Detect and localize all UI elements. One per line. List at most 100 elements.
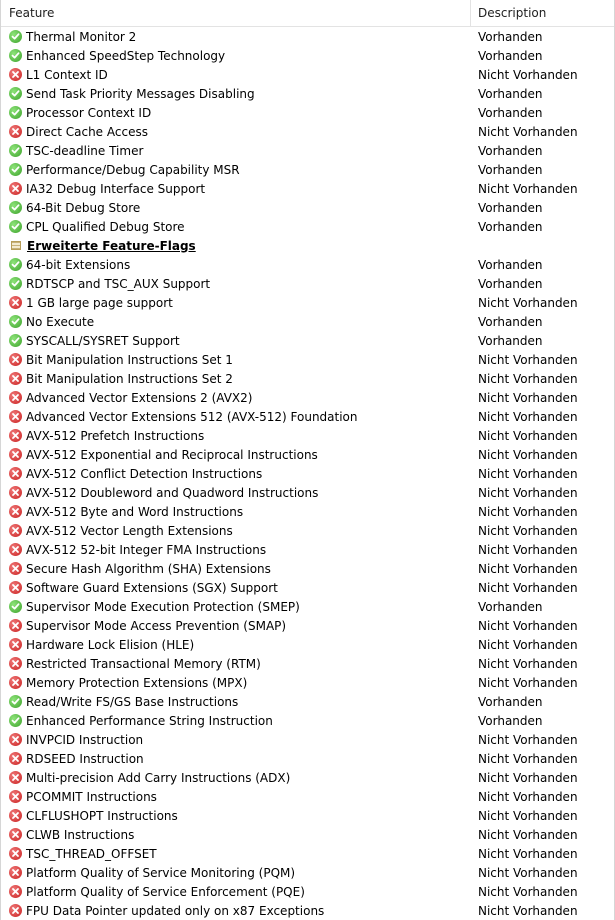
list-item[interactable]: Secure Hash Algorithm (SHA) Extensions Ni…: [1, 559, 615, 578]
list-item[interactable]: Advanced Vector Extensions 512 (AVX-512)…: [1, 407, 615, 426]
feature-cell: AVX-512 Doubleword and Quadword Instruct…: [1, 486, 471, 500]
feature-cell: Read/Write FS/GS Base Instructions: [1, 695, 471, 709]
list-item[interactable]: L1 Context ID Nicht Vorhanden: [1, 65, 615, 84]
feature-cell: CLFLUSHOPT Instructions: [1, 809, 471, 823]
check-circle-icon: [9, 201, 22, 214]
list-item[interactable]: Memory Protection Extensions (MPX) Nicht …: [1, 673, 615, 692]
list-item[interactable]: FPU Data Pointer updated only on x87 Exc…: [1, 901, 615, 920]
list-item[interactable]: Supervisor Mode Access Prevention (SMAP)…: [1, 616, 615, 635]
description-cell: Nicht Vorhanden: [478, 846, 578, 861]
list-item[interactable]: Direct Cache Access Nicht Vorhanden: [1, 122, 615, 141]
list-item[interactable]: 1 GB large page support Nicht Vorhanden: [1, 293, 615, 312]
feature-cell: Software Guard Extensions (SGX) Support: [1, 581, 471, 595]
check-circle-icon: [9, 334, 22, 347]
list-item[interactable]: RDSEED Instruction Nicht Vorhanden: [1, 749, 615, 768]
list-item[interactable]: AVX-512 Conflict Detection Instructions N…: [1, 464, 615, 483]
list-item[interactable]: AVX-512 52-bit Integer FMA Instructions N…: [1, 540, 615, 559]
list-item[interactable]: Multi-precision Add Carry Instructions (…: [1, 768, 615, 787]
list-item[interactable]: Restricted Transactional Memory (RTM) Nic…: [1, 654, 615, 673]
feature-cell: Bit Manipulation Instructions Set 1: [1, 353, 471, 367]
list-item[interactable]: Processor Context ID Vorhanden: [1, 103, 615, 122]
list-item[interactable]: Bit Manipulation Instructions Set 2 Nicht…: [1, 369, 615, 388]
list-item[interactable]: Enhanced SpeedStep Technology Vorhanden: [1, 46, 615, 65]
list-item[interactable]: Hardware Lock Elision (HLE) Nicht Vorhand…: [1, 635, 615, 654]
feature-label: Enhanced SpeedStep Technology: [26, 48, 226, 63]
section-header-row[interactable]: Erweiterte Feature-Flags: [1, 236, 615, 255]
description-cell: Nicht Vorhanden: [478, 561, 578, 576]
feature-cell: Advanced Vector Extensions 512 (AVX-512)…: [1, 410, 471, 424]
x-circle-icon: [9, 68, 22, 81]
list-item[interactable]: IA32 Debug Interface Support Nicht Vorhan…: [1, 179, 615, 198]
feature-cell: INVPCID Instruction: [1, 733, 471, 747]
list-item[interactable]: Platform Quality of Service Enforcement …: [1, 882, 615, 901]
list-item[interactable]: AVX-512 Vector Length Extensions Nicht Vo…: [1, 521, 615, 540]
x-circle-icon: [9, 391, 22, 404]
x-circle-icon: [9, 676, 22, 689]
description-cell: Vorhanden: [478, 162, 543, 177]
list-item[interactable]: 64-Bit Debug Store Vorhanden: [1, 198, 615, 217]
column-header-feature[interactable]: Feature: [1, 0, 471, 26]
list-item[interactable]: Read/Write FS/GS Base Instructions Vorhan…: [1, 692, 615, 711]
feature-label: Platform Quality of Service Enforcement …: [26, 884, 305, 899]
feature-cell: 1 GB large page support: [1, 296, 471, 310]
feature-label: FPU Data Pointer updated only on x87 Exc…: [26, 903, 325, 918]
list-item[interactable]: TSC_THREAD_OFFSET Nicht Vorhanden: [1, 844, 615, 863]
x-circle-icon: [9, 353, 22, 366]
x-circle-icon: [9, 885, 22, 898]
x-circle-icon: [9, 125, 22, 138]
feature-cell: SYSCALL/SYSRET Support: [1, 334, 471, 348]
list-item[interactable]: INVPCID Instruction Nicht Vorhanden: [1, 730, 615, 749]
list-item[interactable]: RDTSCP and TSC_AUX Support Vorhanden: [1, 274, 615, 293]
list-item[interactable]: AVX-512 Exponential and Reciprocal Instr…: [1, 445, 615, 464]
x-circle-icon: [9, 486, 22, 499]
feature-label: Software Guard Extensions (SGX) Support: [26, 580, 278, 595]
feature-label: Multi-precision Add Carry Instructions (…: [26, 770, 291, 785]
list-item[interactable]: Bit Manipulation Instructions Set 1 Nicht…: [1, 350, 615, 369]
description-cell: Nicht Vorhanden: [478, 808, 578, 823]
list-item[interactable]: Performance/Debug Capability MSR Vorhande…: [1, 160, 615, 179]
feature-label: SYSCALL/SYSRET Support: [26, 333, 180, 348]
feature-cell: Bit Manipulation Instructions Set 2: [1, 372, 471, 386]
description-cell: Vorhanden: [478, 143, 543, 158]
list-item[interactable]: Supervisor Mode Execution Protection (SM…: [1, 597, 615, 616]
x-circle-icon: [9, 619, 22, 632]
list-item[interactable]: CLFLUSHOPT Instructions Nicht Vorhanden: [1, 806, 615, 825]
list-item[interactable]: Platform Quality of Service Monitoring (…: [1, 863, 615, 882]
list-item[interactable]: AVX-512 Byte and Word Instructions Nicht …: [1, 502, 615, 521]
description-cell: Vorhanden: [478, 333, 543, 348]
list-item[interactable]: TSC-deadline Timer Vorhanden: [1, 141, 615, 160]
list-item[interactable]: Advanced Vector Extensions 2 (AVX2) Nicht…: [1, 388, 615, 407]
feature-cell: AVX-512 Prefetch Instructions: [1, 429, 471, 443]
list-item[interactable]: CLWB Instructions Nicht Vorhanden: [1, 825, 615, 844]
description-cell: Vorhanden: [478, 713, 543, 728]
list-item[interactable]: AVX-512 Prefetch Instructions Nicht Vorha…: [1, 426, 615, 445]
description-cell: Nicht Vorhanden: [478, 903, 578, 918]
check-circle-icon: [9, 163, 22, 176]
feature-cell: IA32 Debug Interface Support: [1, 182, 471, 196]
feature-label: CLFLUSHOPT Instructions: [26, 808, 178, 823]
description-cell: Nicht Vorhanden: [478, 751, 578, 766]
list-item[interactable]: Software Guard Extensions (SGX) Support N…: [1, 578, 615, 597]
check-circle-icon: [9, 144, 22, 157]
x-circle-icon: [9, 866, 22, 879]
list-item[interactable]: Enhanced Performance String Instruction V…: [1, 711, 615, 730]
list-item[interactable]: SYSCALL/SYSRET Support Vorhanden: [1, 331, 615, 350]
list-item[interactable]: PCOMMIT Instructions Nicht Vorhanden: [1, 787, 615, 806]
list-item[interactable]: AVX-512 Doubleword and Quadword Instruct…: [1, 483, 615, 502]
list-item[interactable]: 64-bit Extensions Vorhanden: [1, 255, 615, 274]
feature-label: Read/Write FS/GS Base Instructions: [26, 694, 239, 709]
list-item[interactable]: CPL Qualified Debug Store Vorhanden: [1, 217, 615, 236]
description-cell: Nicht Vorhanden: [478, 580, 578, 595]
list-item[interactable]: Send Task Priority Messages Disabling Vor…: [1, 84, 615, 103]
x-circle-icon: [9, 581, 22, 594]
feature-cell: AVX-512 Exponential and Reciprocal Instr…: [1, 448, 471, 462]
feature-label: AVX-512 52-bit Integer FMA Instructions: [26, 542, 267, 557]
list-item[interactable]: Thermal Monitor 2 Vorhanden: [1, 27, 615, 46]
x-circle-icon: [9, 467, 22, 480]
x-circle-icon: [9, 372, 22, 385]
feature-label: PCOMMIT Instructions: [26, 789, 157, 804]
list-item[interactable]: No Execute Vorhanden: [1, 312, 615, 331]
x-circle-icon: [9, 562, 22, 575]
column-header-description[interactable]: Description: [471, 0, 615, 26]
feature-label: Enhanced Performance String Instruction: [26, 713, 273, 728]
